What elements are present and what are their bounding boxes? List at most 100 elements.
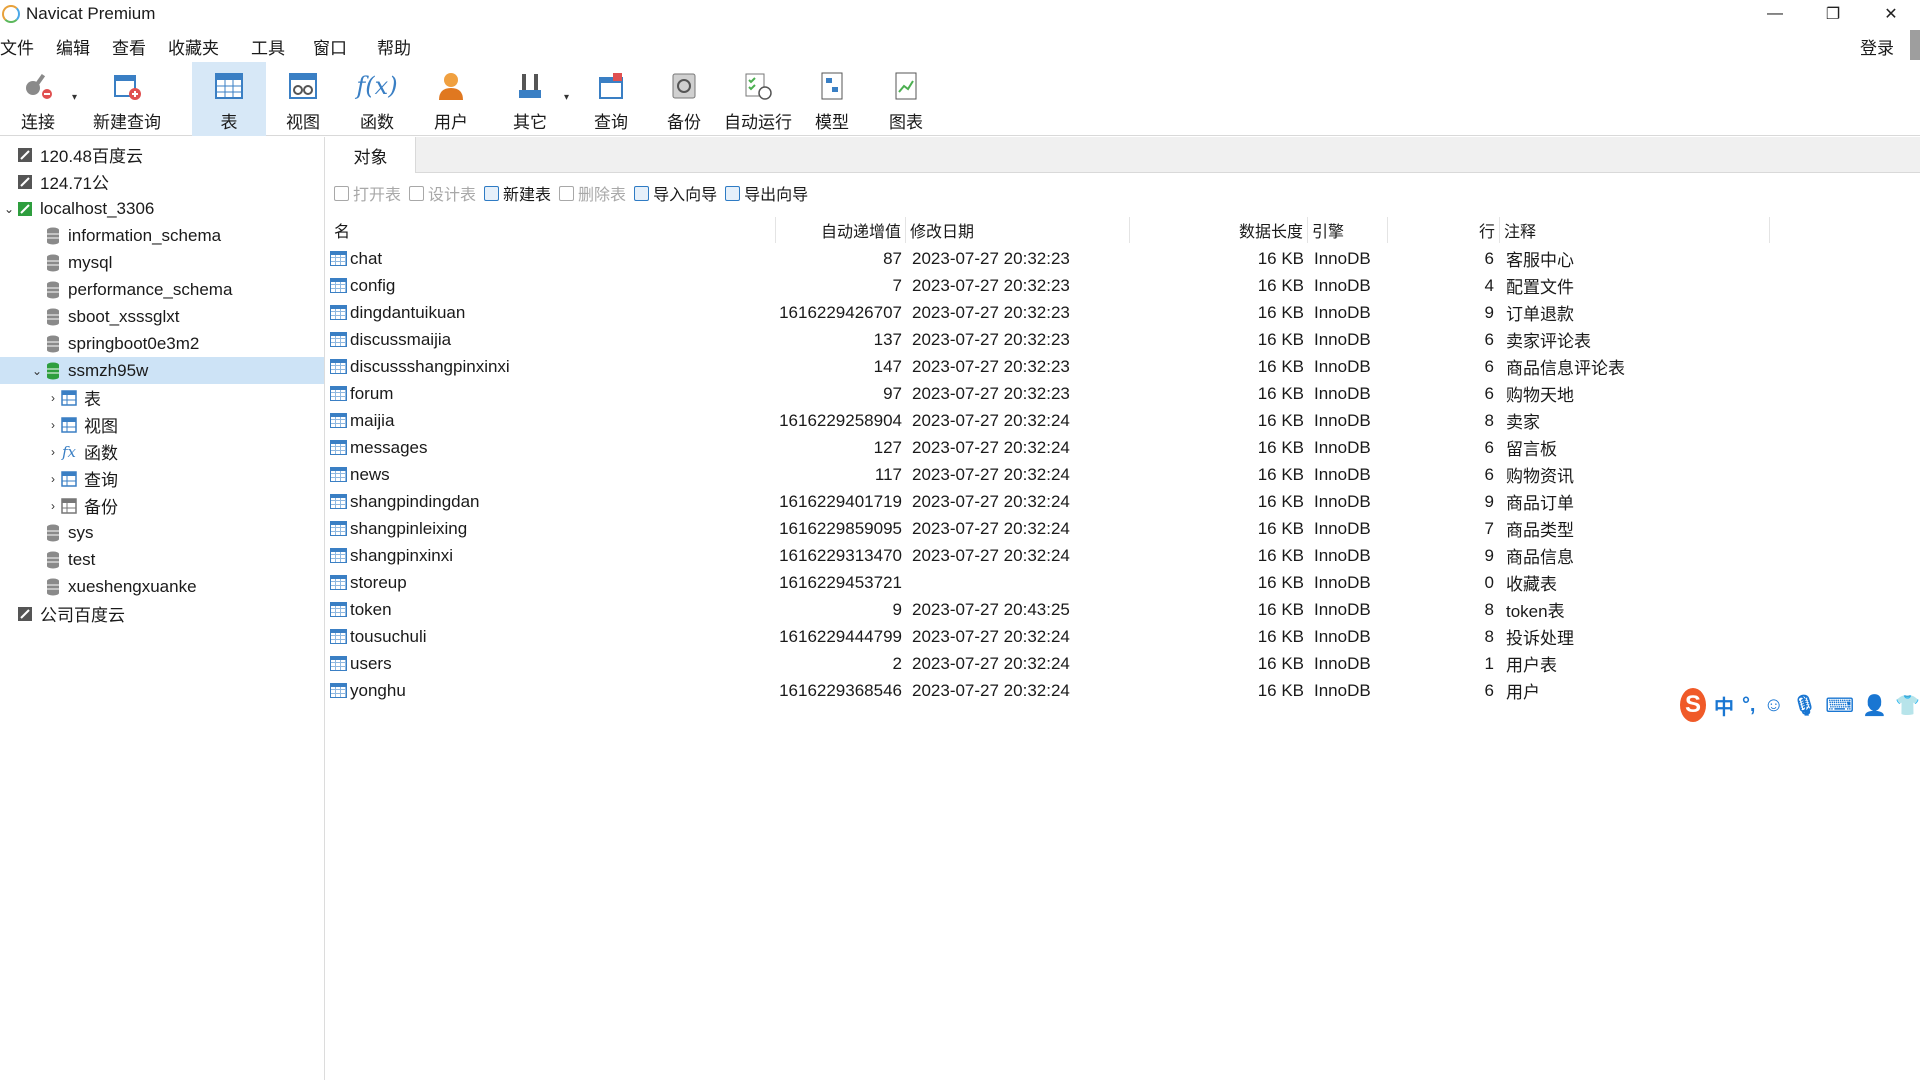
column-header-data-length[interactable]: 数据长度 bbox=[1130, 217, 1308, 243]
object-toolbar-button[interactable]: 删除表 bbox=[559, 181, 626, 205]
tree-item[interactable]: › 备份 bbox=[0, 492, 324, 519]
tree-item[interactable]: ⌄ ssmzh95w bbox=[0, 357, 324, 384]
menu-favorites[interactable]: 收藏夹 bbox=[168, 34, 251, 59]
toolbar-query[interactable]: 查询 bbox=[578, 62, 644, 136]
toolbar-table[interactable]: 表 bbox=[192, 62, 266, 136]
tree-item[interactable]: sboot_xsssglxt bbox=[0, 303, 324, 330]
menu-window[interactable]: 窗口 bbox=[313, 34, 377, 59]
keyboard-icon[interactable]: ⌨ bbox=[1825, 693, 1854, 718]
expand-arrow-icon[interactable]: › bbox=[46, 499, 60, 513]
tree-item[interactable]: › 表 bbox=[0, 384, 324, 411]
cell-comment: 商品类型 bbox=[1506, 521, 1574, 540]
ime-mode-toggle[interactable]: 中 bbox=[1714, 691, 1734, 720]
toolbar-other[interactable]: 其它 bbox=[498, 62, 562, 136]
tree-item[interactable]: 120.48百度云 bbox=[0, 141, 324, 168]
tree-item[interactable]: › 查询 bbox=[0, 465, 324, 492]
column-header-modified[interactable]: 修改日期 bbox=[906, 217, 1130, 243]
column-header-comment[interactable]: 注释 bbox=[1500, 217, 1770, 243]
expand-arrow-icon[interactable]: › bbox=[46, 391, 60, 405]
user-icon[interactable]: 👤 bbox=[1862, 693, 1887, 718]
tree-item[interactable]: ⌄ localhost_3306 bbox=[0, 195, 324, 222]
toolbar-model[interactable]: 模型 bbox=[800, 62, 864, 136]
tree-item[interactable]: 公司百度云 bbox=[0, 600, 324, 627]
table-row[interactable]: storeup 1616229453721 16 KB InnoDB 0 收藏表 bbox=[326, 569, 1920, 596]
expand-arrow-icon[interactable]: › bbox=[46, 445, 60, 459]
tab-objects[interactable]: 对象 bbox=[326, 137, 416, 173]
column-header-name[interactable]: 名 bbox=[330, 217, 776, 243]
menu-edit[interactable]: 编辑 bbox=[56, 34, 112, 59]
menu-tools[interactable]: 工具 bbox=[251, 34, 313, 59]
expand-arrow-icon[interactable]: ⌄ bbox=[30, 364, 44, 378]
table-row[interactable]: news 117 2023-07-27 20:32:24 16 KB InnoDB 6 购物… bbox=[326, 461, 1920, 488]
table-row[interactable]: discussshangpinxinxi 147 2023-07-27 20:32:… bbox=[326, 353, 1920, 380]
table-row[interactable]: token 9 2023-07-27 20:43:25 16 KB InnoDB 8 tok… bbox=[326, 596, 1920, 623]
toolbar-query-label: 查询 bbox=[594, 113, 628, 132]
close-button[interactable]: ✕ bbox=[1862, 0, 1920, 28]
table-row[interactable]: shangpindingdan 1616229401719 2023-07-27 2… bbox=[326, 488, 1920, 515]
window-title: Navicat Premium bbox=[26, 4, 156, 23]
tree-item[interactable]: xueshengxuanke bbox=[0, 573, 324, 600]
menu-help[interactable]: 帮助 bbox=[377, 34, 425, 59]
shirt-icon[interactable]: 👕 bbox=[1895, 693, 1920, 718]
toolbar-connection[interactable]: 连接 bbox=[12, 62, 64, 136]
table-name: messages bbox=[350, 437, 428, 457]
table-row[interactable]: forum 97 2023-07-27 20:32:23 16 KB InnoDB 6 购物… bbox=[326, 380, 1920, 407]
menu-view[interactable]: 查看 bbox=[112, 34, 168, 59]
table-row[interactable]: maijia 1616229258904 2023-07-27 20:32:24 16… bbox=[326, 407, 1920, 434]
toolbar-backup[interactable]: 备份 bbox=[652, 62, 716, 136]
table-row[interactable]: shangpinxinxi 1616229313470 2023-07-27 20:… bbox=[326, 542, 1920, 569]
tree-item[interactable]: performance_schema bbox=[0, 276, 324, 303]
object-toolbar-button[interactable]: 新建表 bbox=[484, 181, 551, 205]
expand-arrow-icon[interactable]: ⌄ bbox=[2, 202, 16, 216]
table-row[interactable]: config 7 2023-07-27 20:32:23 16 KB InnoDB 4 配置… bbox=[326, 272, 1920, 299]
table-row[interactable]: shangpinleixing 1616229859095 2023-07-27 2… bbox=[326, 515, 1920, 542]
menu-file[interactable]: 文件 bbox=[0, 34, 56, 59]
object-toolbar-button[interactable]: 导入向导 bbox=[634, 181, 717, 205]
toolbar-chart-label: 图表 bbox=[889, 113, 923, 132]
toolbar-function[interactable]: f(x) 函数 bbox=[344, 62, 410, 136]
object-toolbar-button[interactable]: 导出向导 bbox=[725, 181, 808, 205]
sogou-logo-icon[interactable]: S bbox=[1680, 688, 1706, 722]
tree-item[interactable]: sys bbox=[0, 519, 324, 546]
restore-button[interactable]: ❐ bbox=[1804, 0, 1862, 28]
mic-icon[interactable]: 🎙 bbox=[1792, 693, 1817, 718]
table-row[interactable]: users 2 2023-07-27 20:32:24 16 KB InnoDB 1 用户表 bbox=[326, 650, 1920, 677]
toolbar-view[interactable]: 视图 bbox=[270, 62, 336, 136]
cell-engine: InnoDB bbox=[1314, 572, 1371, 592]
table-row[interactable]: chat 87 2023-07-27 20:32:23 16 KB InnoDB 6 客服中… bbox=[326, 245, 1920, 272]
database-icon bbox=[44, 551, 62, 569]
tree-item[interactable]: information_schema bbox=[0, 222, 324, 249]
tree-item[interactable]: › fx 函数 bbox=[0, 438, 324, 465]
column-header-engine[interactable]: 引擎 bbox=[1308, 217, 1388, 243]
table-row[interactable]: dingdantuikuan 1616229426707 2023-07-27 20… bbox=[326, 299, 1920, 326]
toolbar-user[interactable]: 用户 bbox=[418, 62, 484, 136]
tree-item[interactable]: test bbox=[0, 546, 324, 573]
emoji-icon[interactable]: ☺ bbox=[1764, 694, 1784, 717]
object-toolbar-button[interactable]: 设计表 bbox=[409, 181, 476, 205]
ime-punctuation-toggle[interactable]: °, bbox=[1742, 694, 1756, 717]
tree-item-label: 公司百度云 bbox=[40, 606, 125, 625]
model-icon bbox=[814, 68, 850, 104]
object-toolbar-button[interactable]: 打开表 bbox=[334, 181, 401, 205]
column-header-rows[interactable]: 行 bbox=[1388, 217, 1500, 243]
expand-arrow-icon[interactable]: › bbox=[46, 472, 60, 486]
toolbar-chart[interactable]: 图表 bbox=[874, 62, 938, 136]
column-header-auto-increment[interactable]: 自动递增值 bbox=[776, 217, 906, 243]
cell-auto-increment: 1616229859095 bbox=[779, 518, 902, 538]
cell-modified: 2023-07-27 20:32:23 bbox=[912, 329, 1070, 349]
table-row[interactable]: messages 127 2023-07-27 20:32:24 16 KB InnoD… bbox=[326, 434, 1920, 461]
tree-item[interactable]: 124.71公 bbox=[0, 168, 324, 195]
toolbar-automation[interactable]: 自动运行 bbox=[722, 62, 794, 136]
table-name: chat bbox=[350, 248, 383, 268]
tree-item[interactable]: › 视图 bbox=[0, 411, 324, 438]
toolbar-new-query[interactable]: 新建查询 bbox=[84, 62, 170, 136]
expand-arrow-icon[interactable]: › bbox=[46, 418, 60, 432]
table-row[interactable]: discussmaijia 137 2023-07-27 20:32:23 16 KB… bbox=[326, 326, 1920, 353]
table-row[interactable]: tousuchuli 1616229444799 2023-07-27 20:32:… bbox=[326, 623, 1920, 650]
tree-item[interactable]: springboot0e3m2 bbox=[0, 330, 324, 357]
connection-dropdown-icon[interactable]: ▾ bbox=[72, 92, 77, 103]
tree-item[interactable]: mysql bbox=[0, 249, 324, 276]
login-link[interactable]: 登录 bbox=[1860, 34, 1894, 59]
other-dropdown-icon[interactable]: ▾ bbox=[564, 92, 569, 103]
minimize-button[interactable]: — bbox=[1746, 0, 1804, 28]
